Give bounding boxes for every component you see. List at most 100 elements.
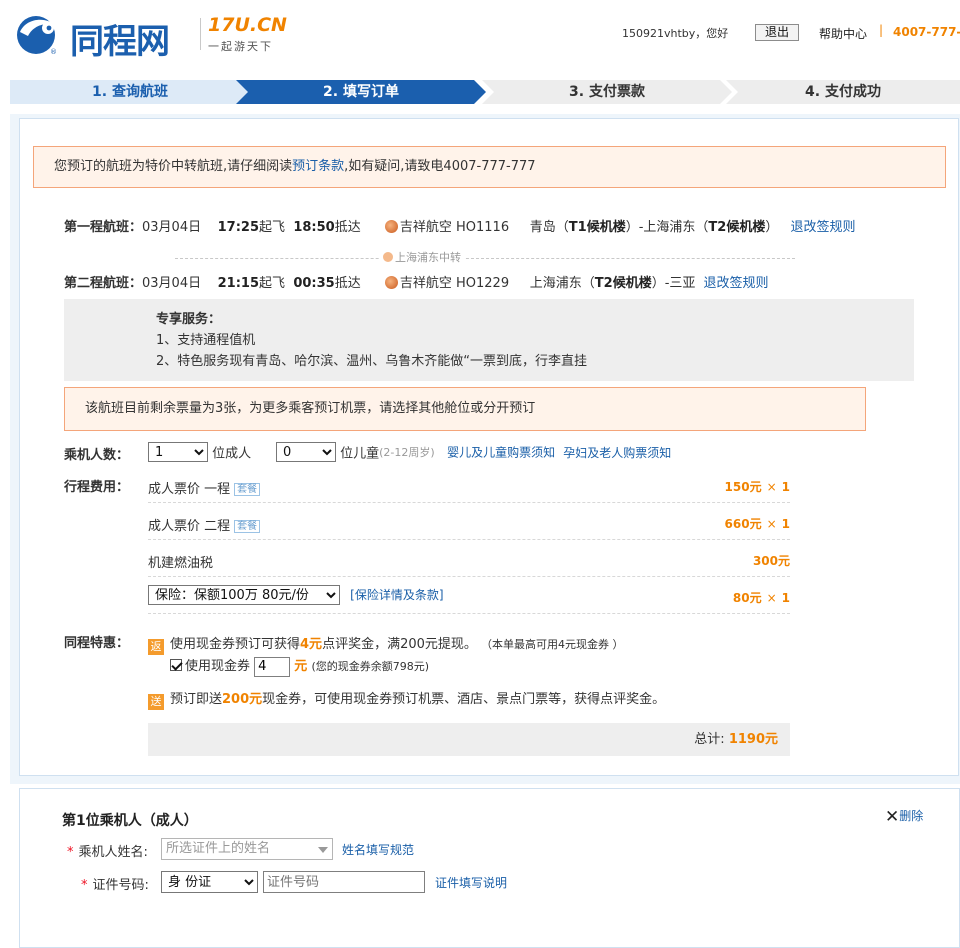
tax-fee-link[interactable]: 机建燃油税 [148,552,213,571]
fee-amount: 80元 × 1 [733,589,790,606]
logout-button[interactable]: 退出 [755,24,800,41]
fee-amount-value: 150元 [724,480,762,494]
voucher-unit: 元 [294,659,308,674]
close-icon: ✕ [885,807,900,827]
passenger-title: 第1位乘机人（成人） [62,813,198,829]
route-close: ） [765,220,779,235]
insurance-select[interactable]: 保险：保额100万 80元/份 [148,585,340,605]
progress-steps: 1. 查询航班 2. 填写订单 3. 支付票款 4. 支付成功 [10,80,960,104]
fee-amount: 660元 × 1 [725,515,790,532]
transfer-notice: 您预订的航班为特价中转航班,请仔细阅读预订条款,如有疑问,请致电4007-777… [33,146,946,188]
fee-amount-value: 80元 [732,591,762,605]
id-rule-link[interactable]: 证件填写说明 [435,874,507,891]
dolphin-logo-icon: ® [17,16,57,56]
transfer-icon [383,252,393,262]
change-refund-rules-link[interactable]: 退改签规则 [790,220,855,235]
arrive-label: 抵达 [334,276,361,291]
gift-promo: 送预订即送200元现金券，可使用现金券预订机票、酒店、景点门票等，获得点评奖金。 [148,688,665,710]
fee-qty: 1 [781,591,790,605]
flight-label: 第一程航班： [64,220,143,235]
header: ® 同程网 17U.CN 一起游天下 150921vhtby，您好 退出 帮助中… [0,0,960,64]
times-icon: × [766,480,777,494]
use-voucher-checkbox[interactable] [170,659,182,671]
transfer-line [175,258,795,259]
arrive-label: 抵达 [334,220,361,235]
passenger-name-input[interactable]: 所选证件上的姓名 [161,838,333,860]
total-label: 总计: [694,732,725,747]
chevron-down-icon[interactable] [318,847,328,853]
id-number-input[interactable] [263,871,425,893]
child-unit: 位儿童 [340,446,380,462]
step-success: 4. 支付成功 [726,80,960,104]
package-badge[interactable]: 套餐 [234,483,261,496]
notice-suffix: ,如有疑问,请致电4007-777-777 [344,159,536,174]
logo-brand: 17U.CN [208,14,287,36]
depart-label: 起飞 [259,220,286,235]
pregnant-elderly-notice-link[interactable]: 孕妇及老人购票须知 [563,446,671,460]
adult-count-select[interactable]: 1 [148,442,208,462]
notice-prefix: 您预订的航班为特价中转航班,请仔细阅读 [54,159,293,174]
header-separator: | [879,23,884,37]
fee-qty: 1 [781,480,790,494]
order-total: 总计: 1190元 [148,723,790,756]
change-refund-rules-link[interactable]: 退改签规则 [704,276,769,291]
promo-label: 同程特惠： [64,636,130,651]
infant-child-notice-link[interactable]: 婴儿及儿童购票须知 [447,446,555,460]
package-badge[interactable]: 套餐 [234,520,261,533]
ticket-remaining-warning: 该航班目前剩余票量为3张，为更多乘客预订机票，请选择其他舱位或分开预订 [64,387,866,431]
route-from: 上海浦东（ [529,276,595,291]
flight-date: 03月04日 [142,220,202,235]
airline-logo-icon [384,276,398,289]
fee-name-text: 成人票价 二程 [148,519,231,534]
transfer-tag: 上海浦东中转 [380,252,464,264]
route-to-terminal: T2候机楼 [708,220,766,235]
depart-time: 17:25 [217,220,260,235]
fee-row-insurance: 保险：保额100万 80元/份 [保险详情及条款] 80元 × 1 [148,577,790,614]
svg-text:®: ® [50,48,57,56]
fee-name: 成人票价 二程 套餐 [148,515,261,534]
total-amount: 1190元 [728,732,778,747]
fee-row-tax: 机建燃油税 300元 [148,540,790,577]
delete-passenger-button[interactable]: ✕删除 [885,807,923,827]
fee-amount-value: 660元 [724,517,762,531]
passenger-form-panel: 第1位乘机人（成人） ✕删除 * 乘机人姓名: 所选证件上的姓名 姓名填写规范 *… [19,788,960,948]
logo[interactable]: ® 同程网 17U.CN 一起游天下 [10,10,290,62]
fee-name: 成人票价 一程 套餐 [148,478,261,497]
flight-date: 03月04日 [142,276,202,291]
airline-logo-icon [384,220,398,233]
insurance-terms-link[interactable]: [保险详情及条款] [350,588,443,602]
route-from-terminal: T2候机楼 [594,276,652,291]
exclusive-service-box: 专享服务： 1、支持通程值机 2、特色服务现有青岛、哈尔滨、温州、乌鲁木齐能做“… [64,299,914,381]
voucher-amount-input[interactable] [254,656,291,677]
help-center-link[interactable]: 帮助中心 [819,25,867,42]
hotline: 4007-777-77 [893,25,960,39]
flight-leg-1: 第一程航班：03月04日 17:25起飞 18:50抵达 吉祥航空 HO1116… [64,216,856,235]
name-rule-link[interactable]: 姓名填写规范 [342,841,414,858]
rebate-icon: 返 [148,639,164,655]
name-label-text: 乘机人姓名: [78,845,148,860]
gift-icon: 送 [148,694,164,710]
airline-flight-no: 吉祥航空 HO1229 [399,276,510,291]
id-type-select[interactable]: 身 份证 [161,871,258,893]
logo-text: 同程网 [70,22,170,62]
airline-flight-no: 吉祥航空 HO1116 [399,220,510,235]
user-greeting: 150921vhtby，您好 [622,27,729,40]
adult-unit: 位成人 [212,446,252,462]
arrive-time: 00:35 [293,276,335,291]
voucher-label: 使用现金券 [185,659,251,674]
times-icon: × [766,591,777,605]
child-count-select[interactable]: 0 [275,442,336,462]
rebate-text: 使用现金券预订可获得 [170,637,301,652]
rebate-amount: 4元 [300,637,323,652]
service-item: 2、特色服务现有青岛、哈尔滨、温州、乌鲁木齐能做“一票到底，行李直挂 [156,354,588,369]
service-item: 1、支持通程值机 [156,333,256,348]
fee-amount: 150元 × 1 [725,478,790,495]
booking-terms-link[interactable]: 预订条款 [292,159,344,174]
voucher-balance: (您的现金券余额798元) [311,660,430,673]
service-title: 专享服务： [156,312,222,327]
transfer-label: 上海浦东中转 [395,251,461,264]
required-icon: * [67,845,74,860]
step-search-flight[interactable]: 1. 查询航班 [10,80,250,104]
id-label-text: 证件号码: [92,878,149,893]
fee-row-adult-leg2: 成人票价 二程 套餐 660元 × 1 [148,503,790,540]
